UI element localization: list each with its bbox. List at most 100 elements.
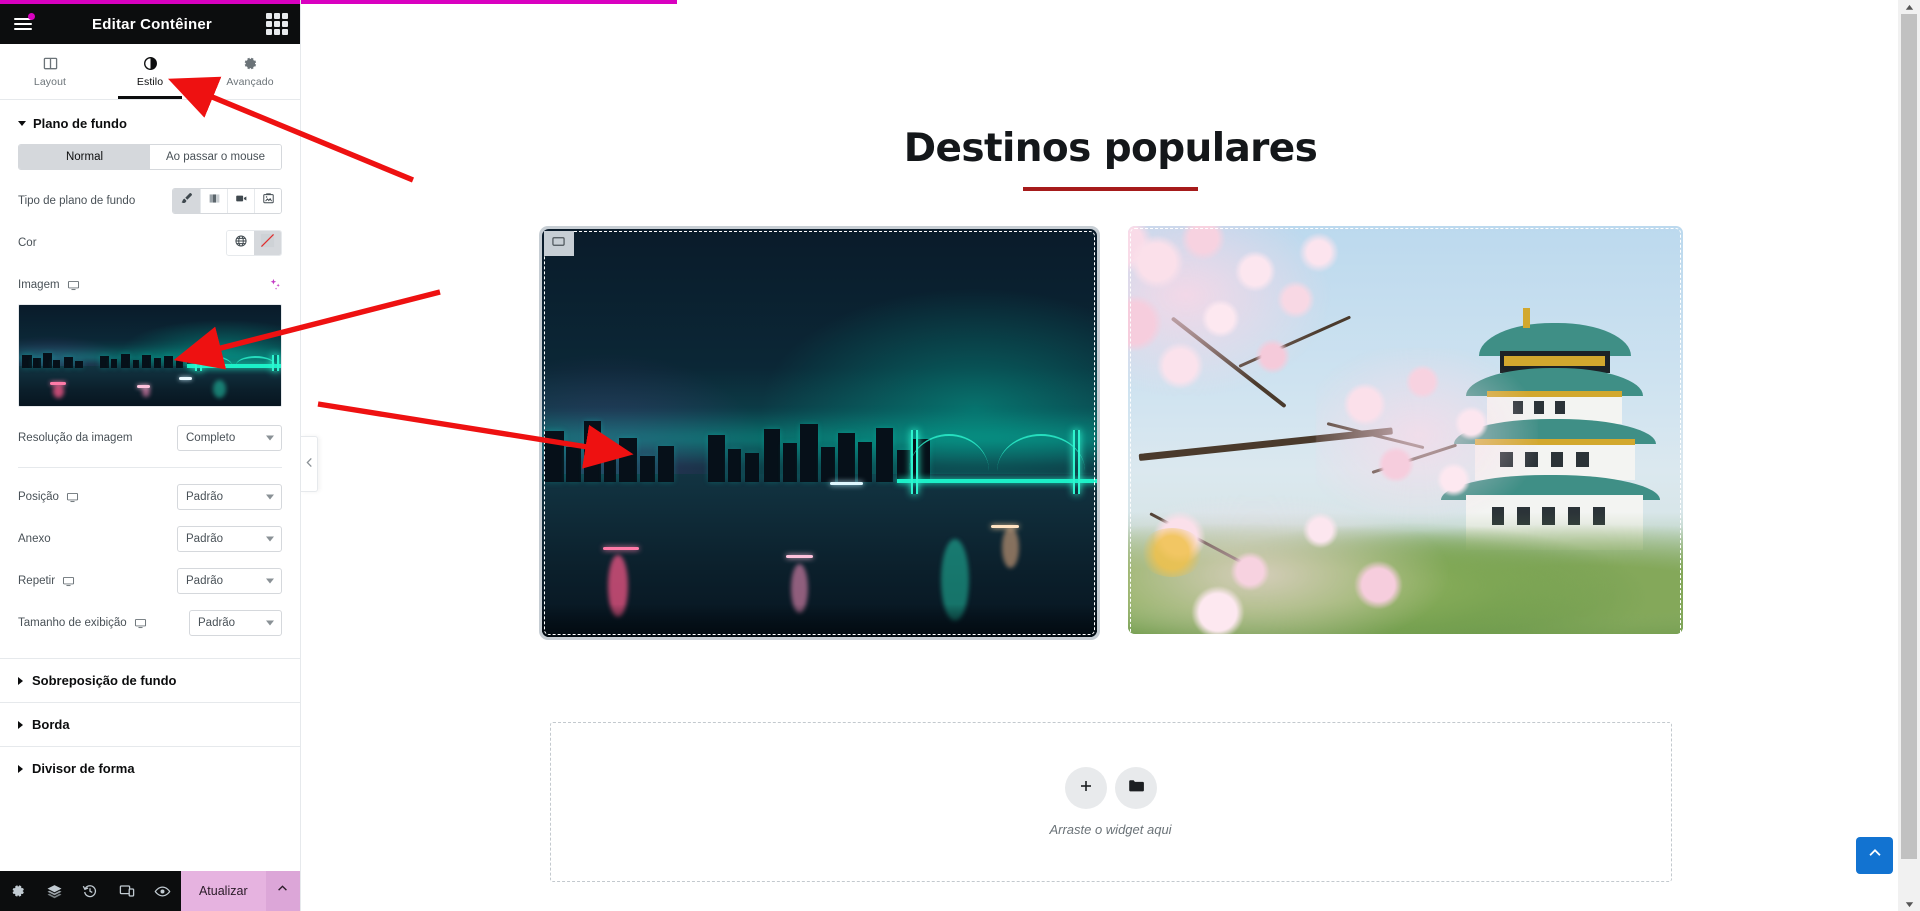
- add-widget-button[interactable]: [1064, 767, 1107, 809]
- widget-dropzone[interactable]: Arraste o widget aqui: [549, 722, 1672, 882]
- template-library-button[interactable]: [1114, 767, 1157, 809]
- plus-icon: [1078, 778, 1094, 799]
- navigator-layers-icon[interactable]: [36, 871, 72, 911]
- tokyo-rainbow-bridge-card[interactable]: [538, 226, 1100, 640]
- panel-collapse-button[interactable]: [301, 436, 318, 492]
- section-borda[interactable]: Borda: [0, 702, 300, 746]
- panel-divider: [18, 467, 282, 468]
- desktop-icon[interactable]: [66, 491, 78, 503]
- scrollbar-thumb[interactable]: [1901, 14, 1917, 859]
- section-divisor-label: Divisor de forma: [32, 761, 135, 776]
- color-controls: [226, 230, 282, 256]
- bg-type-slideshow-button[interactable]: [254, 189, 281, 213]
- responsive-mode-icon[interactable]: [109, 871, 145, 911]
- bg-type-video-button[interactable]: [227, 189, 254, 213]
- row-image: Imagem: [18, 272, 282, 298]
- section-plano-de-fundo-label: Plano de fundo: [33, 116, 127, 131]
- position-select[interactable]: Padrão: [177, 484, 282, 510]
- history-clock-icon[interactable]: [72, 871, 108, 911]
- attachment-label: Anexo: [18, 533, 51, 545]
- chevron-up-icon: [276, 882, 289, 900]
- chevron-down-icon: [266, 494, 274, 500]
- update-button[interactable]: Atualizar: [180, 871, 266, 911]
- scroll-to-top-button[interactable]: [1856, 837, 1893, 874]
- image-label: Imagem: [18, 279, 60, 291]
- tab-layout-label: Layout: [33, 75, 67, 88]
- page-heading-block: Destinos populares: [301, 126, 1920, 191]
- sakura-castle-art: [1127, 226, 1683, 634]
- tab-estilo-label: Estilo: [136, 75, 164, 88]
- layout-columns-icon: [43, 56, 58, 71]
- ai-sparkle-icon[interactable]: [268, 277, 282, 293]
- row-position: Posição Padrão: [18, 484, 282, 510]
- video-camera-icon: [235, 192, 248, 210]
- scrollbar-up-arrow[interactable]: [1898, 0, 1920, 14]
- bg-type-classic-button[interactable]: [173, 189, 200, 213]
- display-size-label: Tamanho de exibição: [18, 617, 127, 629]
- hamburger-menu-icon: [14, 18, 32, 30]
- folder-icon: [1128, 779, 1144, 798]
- contrast-circle-icon: [143, 56, 158, 71]
- osaka-castle-sakura-card[interactable]: [1127, 226, 1683, 640]
- state-normal[interactable]: Normal: [19, 145, 150, 169]
- background-image-thumbnail[interactable]: [18, 304, 282, 407]
- background-type-label: Tipo de plano de fundo: [18, 195, 136, 207]
- desktop-icon[interactable]: [62, 575, 75, 587]
- repeat-select[interactable]: Padrão: [177, 568, 282, 594]
- preview-eye-icon[interactable]: [145, 871, 181, 911]
- osaka-castle-sakura-image: [1127, 226, 1683, 634]
- apps-grid-icon[interactable]: [266, 13, 288, 35]
- desktop-icon[interactable]: [134, 617, 146, 629]
- bg-type-gradient-button[interactable]: [200, 189, 227, 213]
- tab-layout[interactable]: Layout: [0, 44, 100, 99]
- globe-icon: [234, 234, 248, 253]
- chevron-right-icon: [18, 676, 23, 685]
- section-divisor-de-forma[interactable]: Divisor de forma: [0, 746, 300, 790]
- tab-estilo[interactable]: Estilo: [100, 44, 200, 99]
- page-title: Destinos populares: [903, 126, 1318, 171]
- desktop-icon[interactable]: [67, 279, 79, 291]
- color-label: Cor: [18, 237, 37, 249]
- section-plano-de-fundo-header[interactable]: Plano de fundo: [0, 100, 300, 144]
- tab-avancado[interactable]: Avançado: [200, 44, 300, 99]
- attachment-value: Padrão: [186, 533, 224, 545]
- display-size-select[interactable]: Padrão: [189, 610, 282, 636]
- attachment-select[interactable]: Padrão: [177, 526, 282, 552]
- state-hover[interactable]: Ao passar o mouse: [150, 145, 281, 169]
- repeat-label-group: Repetir: [18, 575, 75, 587]
- row-background-type: Tipo de plano de fundo: [18, 188, 282, 214]
- heading-underline: [1023, 187, 1198, 191]
- panel-scroll-body[interactable]: Plano de fundo Normal Ao passar o mouse …: [0, 100, 300, 871]
- color-swatch-button[interactable]: [254, 231, 281, 255]
- chevron-up-icon: [1866, 844, 1884, 867]
- tokyo-rainbow-bridge-image: [541, 229, 1097, 637]
- page-scrollbar[interactable]: [1898, 0, 1920, 911]
- tokyo-night-art: [541, 229, 1097, 637]
- section-sobreposicao-de-fundo[interactable]: Sobreposição de fundo: [0, 658, 300, 702]
- editor-canvas[interactable]: Destinos populares Arraste o widget aqui: [301, 0, 1920, 911]
- dropzone-buttons: [1064, 767, 1157, 809]
- container-edit-handle[interactable]: [543, 231, 574, 256]
- image-resolution-select[interactable]: Completo: [177, 425, 282, 451]
- update-options-button[interactable]: [265, 871, 300, 911]
- chevron-down-icon: [266, 620, 274, 626]
- update-button-label: Atualizar: [198, 884, 248, 898]
- background-type-options: [172, 188, 282, 214]
- global-color-button[interactable]: [227, 231, 254, 255]
- background-state-switcher: Normal Ao passar o mouse: [18, 144, 282, 170]
- hamburger-menu-button[interactable]: [8, 9, 38, 39]
- row-image-resolution: Resolução da imagem Completo: [18, 425, 282, 451]
- chevron-down-icon: [266, 536, 274, 542]
- row-display-size: Tamanho de exibição Padrão: [18, 610, 282, 636]
- chevron-down-icon: [266, 435, 274, 441]
- destinations-cards-row: [301, 226, 1920, 640]
- position-value: Padrão: [186, 491, 224, 503]
- scrollbar-down-arrow[interactable]: [1898, 897, 1920, 911]
- display-size-label-group: Tamanho de exibição: [18, 617, 146, 629]
- settings-gear-icon[interactable]: [0, 871, 36, 911]
- paintbrush-icon: [180, 192, 193, 210]
- tokyo-night-thumbnail-art: [19, 305, 281, 406]
- section-sobreposicao-label: Sobreposição de fundo: [32, 673, 177, 688]
- repeat-label: Repetir: [18, 575, 56, 587]
- panel-tabs: Layout Estilo Avançado: [0, 44, 300, 100]
